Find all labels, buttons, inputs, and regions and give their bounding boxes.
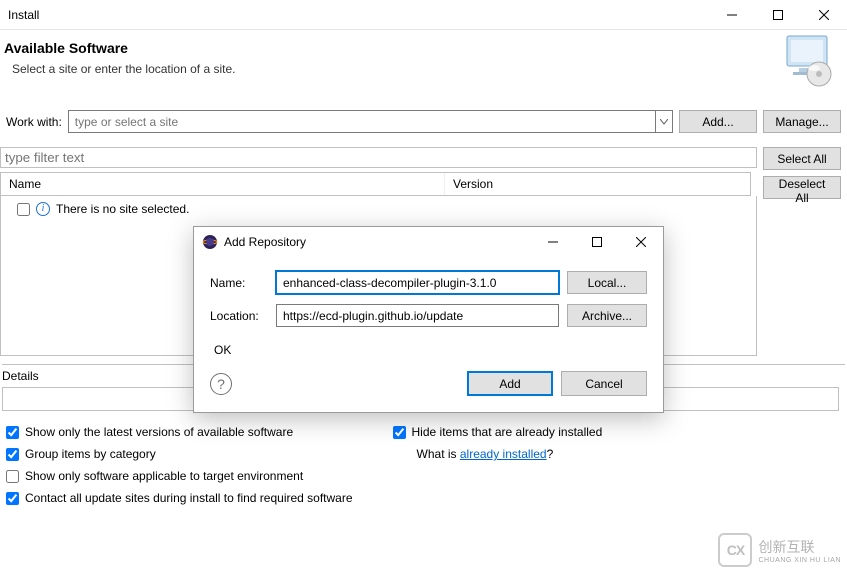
opt-contact[interactable]: Contact all update sites during install …	[6, 491, 353, 505]
local-button[interactable]: Local...	[567, 271, 647, 294]
name-label: Name:	[210, 276, 268, 290]
opt-group-checkbox[interactable]	[6, 448, 19, 461]
titlebar: Install	[0, 0, 847, 30]
window-controls	[709, 0, 847, 30]
opt-target-checkbox[interactable]	[6, 470, 19, 483]
select-all-button[interactable]: Select All	[763, 147, 841, 170]
page-title: Available Software	[4, 40, 835, 56]
dialog-cancel-button[interactable]: Cancel	[561, 371, 647, 396]
window-title: Install	[8, 8, 39, 22]
opt-target[interactable]: Show only software applicable to target …	[6, 469, 353, 483]
opt-group[interactable]: Group items by category	[6, 447, 353, 461]
wizard-header: Available Software Select a site or ente…	[0, 30, 847, 82]
help-icon[interactable]: ?	[210, 373, 232, 395]
location-label: Location:	[210, 309, 268, 323]
work-with-row: Work with: Add... Manage...	[0, 110, 847, 133]
install-banner-icon	[781, 32, 837, 88]
work-with-input[interactable]	[68, 110, 655, 133]
options-area: Show only the latest versions of availab…	[0, 411, 847, 505]
opt-latest[interactable]: Show only the latest versions of availab…	[6, 425, 353, 439]
info-icon: i	[36, 202, 50, 216]
row-checkbox[interactable]	[17, 203, 30, 216]
watermark-logo: CX	[718, 533, 752, 567]
dialog-add-button[interactable]: Add	[467, 371, 553, 396]
already-installed-text: What is already installed?	[393, 447, 603, 461]
dialog-title: Add Repository	[224, 235, 306, 249]
name-input[interactable]	[276, 271, 559, 294]
opt-latest-checkbox[interactable]	[6, 426, 19, 439]
minimize-button[interactable]	[709, 0, 755, 30]
watermark: CX 创新互联 CHUANG XIN HU LIAN	[718, 533, 841, 567]
eclipse-icon	[202, 234, 218, 250]
deselect-all-button[interactable]: Deselect All	[763, 176, 841, 199]
location-row: Location: Archive...	[210, 304, 647, 327]
archive-button[interactable]: Archive...	[567, 304, 647, 327]
add-repository-dialog: Add Repository Name: Local... Location: …	[193, 226, 664, 413]
column-version[interactable]: Version	[445, 173, 750, 195]
dialog-close-button[interactable]	[619, 227, 663, 257]
column-name[interactable]: Name	[1, 173, 445, 195]
opt-contact-checkbox[interactable]	[6, 492, 19, 505]
chevron-down-icon[interactable]	[655, 110, 673, 133]
dialog-status: OK	[210, 337, 647, 371]
already-installed-link[interactable]: already installed	[460, 447, 547, 461]
maximize-button[interactable]	[755, 0, 801, 30]
add-site-button[interactable]: Add...	[679, 110, 757, 133]
work-with-combo[interactable]	[68, 110, 673, 133]
filter-input[interactable]	[0, 147, 757, 168]
opt-hide-checkbox[interactable]	[393, 426, 406, 439]
list-empty-row: i There is no site selected.	[7, 200, 750, 218]
dialog-titlebar: Add Repository	[194, 227, 663, 257]
selection-buttons: Select All Deselect All	[763, 147, 841, 356]
name-row: Name: Local...	[210, 271, 647, 294]
dialog-maximize-button[interactable]	[575, 227, 619, 257]
opt-hide[interactable]: Hide items that are already installed	[393, 425, 603, 439]
empty-message: There is no site selected.	[56, 202, 189, 216]
manage-sites-button[interactable]: Manage...	[763, 110, 841, 133]
watermark-brand: 创新互联	[758, 537, 841, 557]
page-subtitle: Select a site or enter the location of a…	[12, 62, 835, 76]
table-header: Name Version	[0, 172, 751, 196]
close-button[interactable]	[801, 0, 847, 30]
location-input[interactable]	[276, 304, 559, 327]
watermark-sub: CHUANG XIN HU LIAN	[758, 557, 841, 564]
dialog-minimize-button[interactable]	[531, 227, 575, 257]
work-with-label: Work with:	[6, 115, 62, 129]
